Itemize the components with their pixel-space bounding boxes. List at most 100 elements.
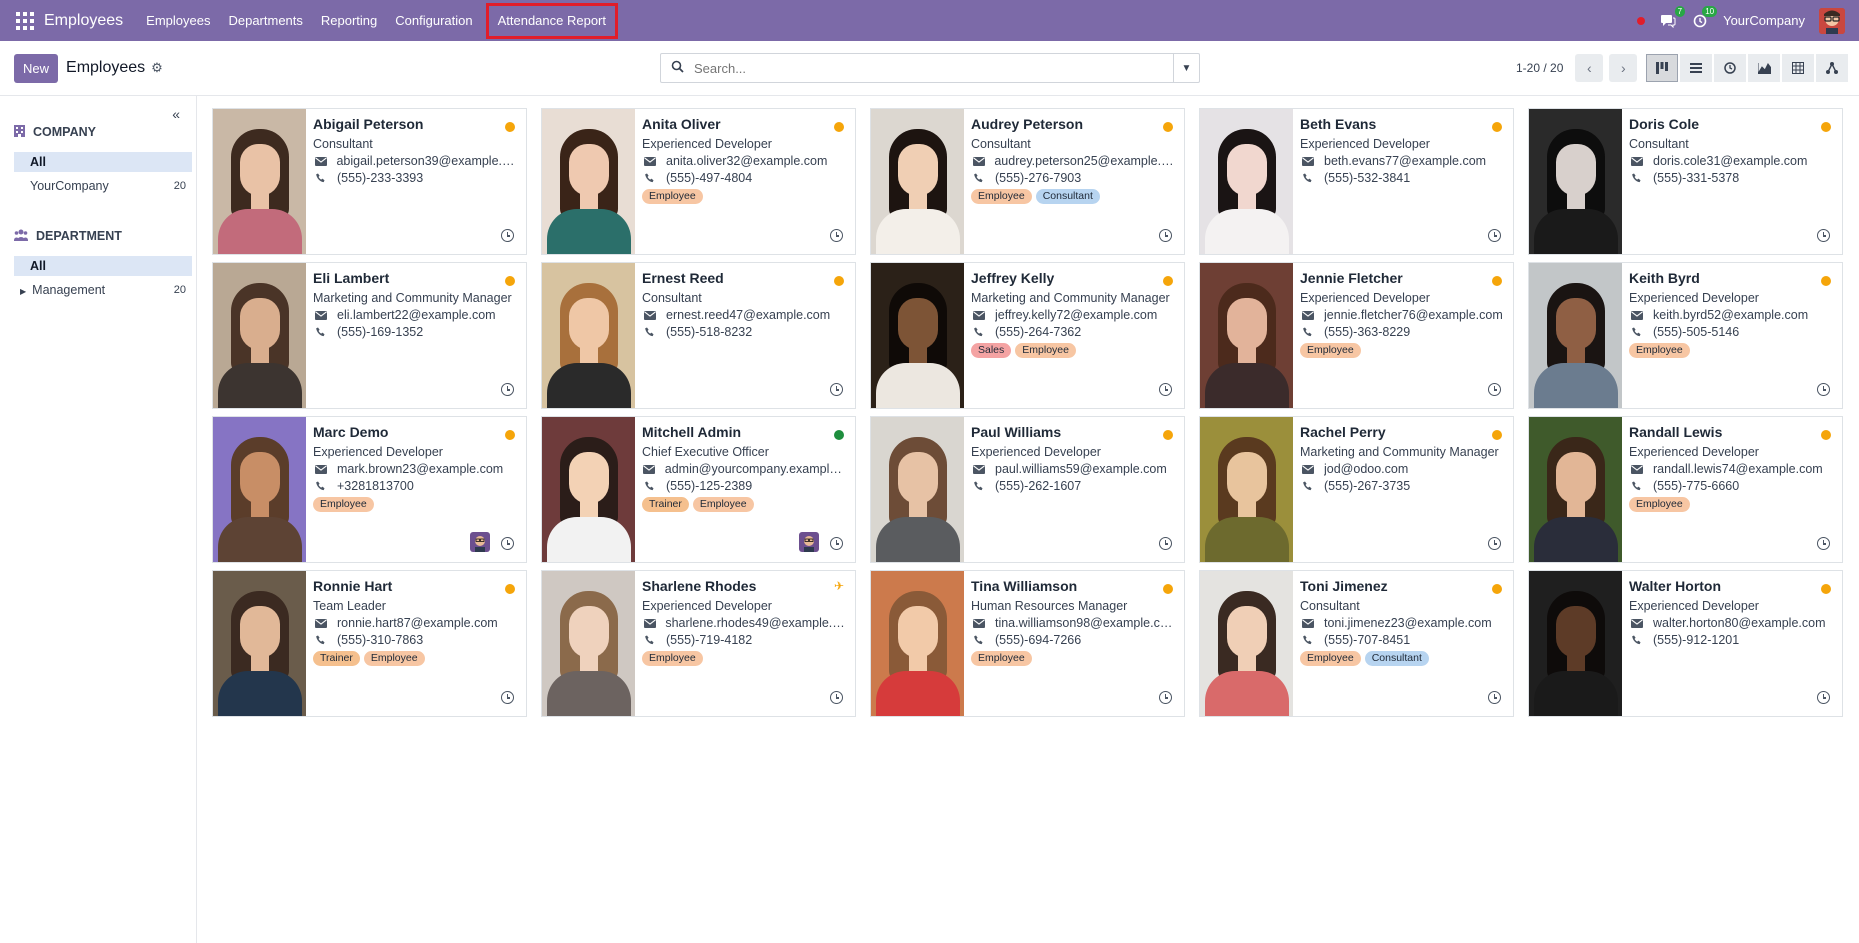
employee-card[interactable]: Rachel Perry Marketing and Community Man… [1199,416,1514,563]
employee-email[interactable]: walter.horton80@example.com [1653,616,1826,630]
app-name[interactable]: Employees [44,12,123,30]
activity-clock-icon[interactable] [830,229,843,242]
collapse-panel-icon[interactable]: « [172,106,180,122]
employee-card[interactable]: Walter Horton Experienced Developer walt… [1528,570,1843,717]
employee-card[interactable]: Tina Williamson Human Resources Manager … [870,570,1185,717]
activity-clock-icon[interactable] [1159,229,1172,242]
department-filter-all[interactable]: All [14,256,192,276]
caret-right-icon[interactable]: ▶ [20,287,26,296]
employee-email[interactable]: jod@odoo.com [1324,462,1408,476]
employee-phone[interactable]: (555)-233-3393 [337,171,423,185]
gear-icon[interactable]: ⚙ [151,60,163,76]
employee-email[interactable]: admin@yourcompany.example.com [665,462,848,476]
employee-phone[interactable]: (555)-505-5146 [1653,325,1739,339]
activity-clock-icon[interactable] [501,229,514,242]
kanban-view-button[interactable] [1646,54,1678,82]
employee-email[interactable]: doris.cole31@example.com [1653,154,1807,168]
menu-configuration[interactable]: Configuration [386,0,481,41]
employee-phone[interactable]: (555)-363-8229 [1324,325,1410,339]
activity-clock-icon[interactable] [1159,383,1172,396]
employee-card[interactable]: Abigail Peterson Consultant abigail.pete… [212,108,527,255]
pager-next-button[interactable]: › [1609,54,1638,82]
employee-email[interactable]: randall.lewis74@example.com [1653,462,1823,476]
employee-phone[interactable]: (555)-125-2389 [666,479,752,493]
employee-email[interactable]: mark.brown23@example.com [337,462,503,476]
department-filter-management[interactable]: ▶ Management 20 [14,280,192,300]
employee-email[interactable]: audrey.peterson25@example.com [994,154,1177,168]
employee-phone[interactable]: +3281813700 [337,479,414,493]
employee-phone[interactable]: (555)-707-8451 [1324,633,1410,647]
employee-email[interactable]: keith.byrd52@example.com [1653,308,1808,322]
menu-reporting[interactable]: Reporting [312,0,386,41]
employee-phone[interactable]: (555)-276-7903 [995,171,1081,185]
employee-card[interactable]: Audrey Peterson Consultant audrey.peters… [870,108,1185,255]
employee-phone[interactable]: (555)-912-1201 [1653,633,1739,647]
employee-phone[interactable]: (555)-775-6660 [1653,479,1739,493]
list-view-button[interactable] [1680,54,1712,82]
employee-email[interactable]: jennie.fletcher76@example.com [1324,308,1503,322]
company-filter-all[interactable]: All [14,152,192,172]
company-filter-yourcompany[interactable]: YourCompany 20 [14,176,192,196]
employee-email[interactable]: tina.williamson98@example.com [995,616,1177,630]
activity-clock-icon[interactable] [830,691,843,704]
activity-clock-icon[interactable] [1817,229,1830,242]
activity-clock-icon[interactable] [1488,229,1501,242]
employee-phone[interactable]: (555)-497-4804 [666,171,752,185]
activity-view-button[interactable] [1714,54,1746,82]
employee-phone[interactable]: (555)-267-3735 [1324,479,1410,493]
activity-clock-icon[interactable] [501,537,514,550]
activity-clock-icon[interactable] [830,537,843,550]
employee-phone[interactable]: (555)-719-4182 [666,633,752,647]
employee-card[interactable]: Ronnie Hart Team Leader ronnie.hart87@ex… [212,570,527,717]
employee-phone[interactable]: (555)-331-5378 [1653,171,1739,185]
employee-card[interactable]: Jennie Fletcher Experienced Developer je… [1199,262,1514,409]
employee-card[interactable]: Beth Evans Experienced Developer beth.ev… [1199,108,1514,255]
employee-card[interactable]: Jeffrey Kelly Marketing and Community Ma… [870,262,1185,409]
employee-email[interactable]: ernest.reed47@example.com [666,308,830,322]
activity-clock-icon[interactable] [1488,537,1501,550]
employee-phone[interactable]: (555)-310-7863 [337,633,423,647]
pivot-view-button[interactable] [1782,54,1814,82]
employee-card[interactable]: Keith Byrd Experienced Developer keith.b… [1528,262,1843,409]
menu-employees[interactable]: Employees [137,0,219,41]
employee-card[interactable]: Toni Jimenez Consultant toni.jimenez23@e… [1199,570,1514,717]
clock-icon[interactable]: 10 [1691,5,1718,30]
employee-phone[interactable]: (555)-262-1607 [995,479,1081,493]
activity-clock-icon[interactable] [1159,691,1172,704]
employee-card[interactable]: Marc Demo Experienced Developer mark.bro… [212,416,527,563]
employee-phone[interactable]: (555)-518-8232 [666,325,752,339]
graph-view-button[interactable] [1748,54,1780,82]
employee-email[interactable]: anita.oliver32@example.com [666,154,827,168]
activity-clock-icon[interactable] [830,383,843,396]
hierarchy-view-button[interactable] [1816,54,1848,82]
menu-departments[interactable]: Departments [219,0,311,41]
apps-grid-icon[interactable] [14,10,36,32]
employee-phone[interactable]: (555)-694-7266 [995,633,1081,647]
employee-email[interactable]: eli.lambert22@example.com [337,308,496,322]
employee-card[interactable]: Mitchell Admin Chief Executive Officer a… [541,416,856,563]
employee-email[interactable]: sharlene.rhodes49@example.com [665,616,848,630]
employee-email[interactable]: beth.evans77@example.com [1324,154,1486,168]
employee-phone[interactable]: (555)-264-7362 [995,325,1081,339]
employee-card[interactable]: Sharlene Rhodes ✈ Experienced Developer … [541,570,856,717]
search-input[interactable] [694,60,1173,76]
status-dot-icon[interactable] [1637,16,1646,25]
employee-card[interactable]: Paul Williams Experienced Developer paul… [870,416,1185,563]
employee-email[interactable]: paul.williams59@example.com [995,462,1167,476]
employee-email[interactable]: abigail.peterson39@example.com [336,154,519,168]
employee-email[interactable]: ronnie.hart87@example.com [337,616,498,630]
menu-attendance-report[interactable]: Attendance Report [485,2,618,39]
activity-clock-icon[interactable] [1817,383,1830,396]
pager-previous-button[interactable]: ‹ [1575,54,1604,82]
activity-clock-icon[interactable] [501,691,514,704]
employee-card[interactable]: Anita Oliver Experienced Developer anita… [541,108,856,255]
pager-value[interactable]: 1-20 / 20 [1516,61,1563,75]
activity-clock-icon[interactable] [1817,537,1830,550]
activity-clock-icon[interactable] [1817,691,1830,704]
related-user-avatar[interactable] [799,532,819,552]
employee-card[interactable]: Ernest Reed Consultant ernest.reed47@exa… [541,262,856,409]
employee-card[interactable]: Doris Cole Consultant doris.cole31@examp… [1528,108,1843,255]
user-avatar[interactable] [1819,7,1845,34]
chat-icon[interactable]: 7 [1659,5,1686,30]
activity-clock-icon[interactable] [1488,383,1501,396]
